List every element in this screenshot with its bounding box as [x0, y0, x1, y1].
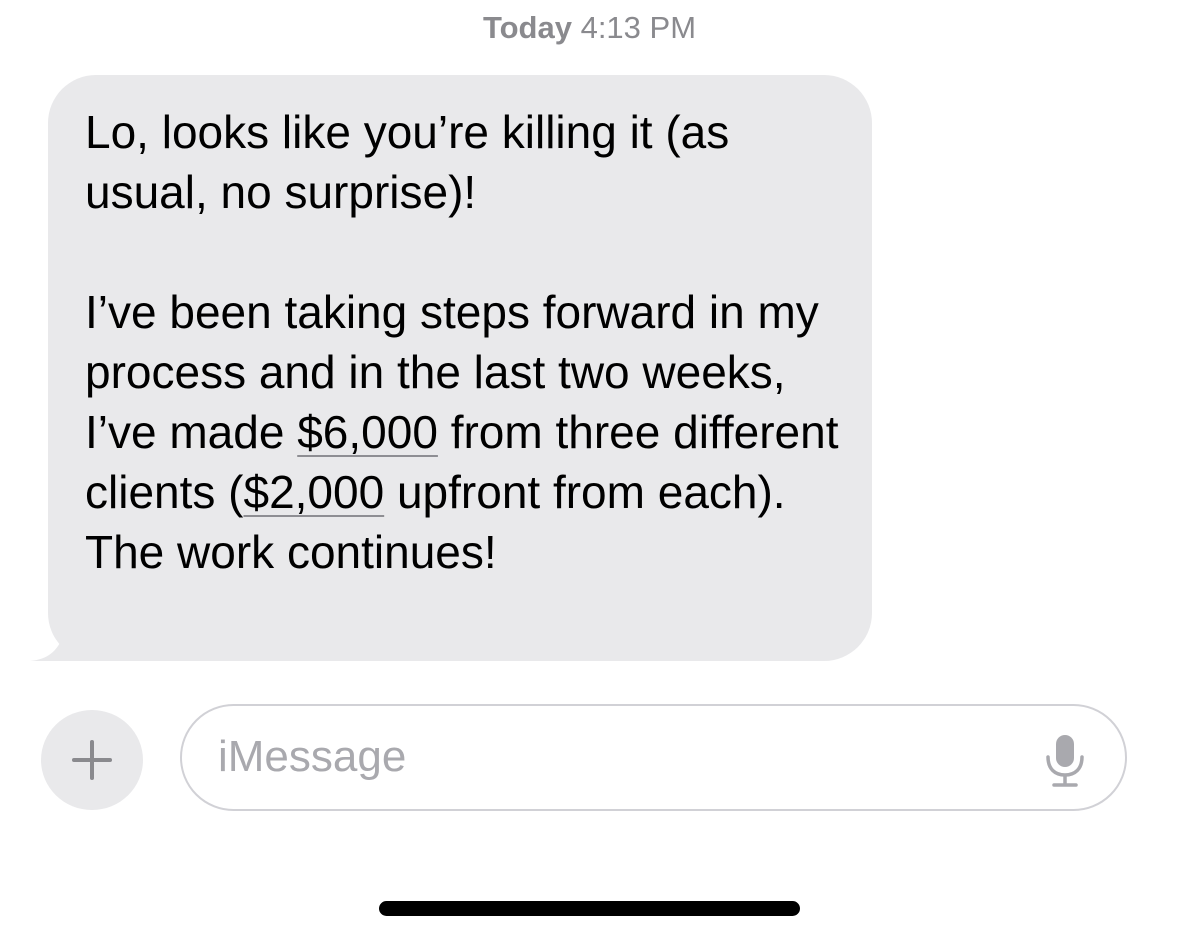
timestamp-time: 4:13 PM: [580, 10, 697, 45]
message-input[interactable]: [218, 726, 998, 788]
microphone-icon[interactable]: [1043, 733, 1087, 789]
add-attachment-button[interactable]: [41, 710, 143, 810]
incoming-message-bubble[interactable]: Lo, looks like you’re killing it (as usu…: [30, 75, 872, 663]
money-amount-link[interactable]: $6,000: [297, 406, 438, 458]
home-indicator[interactable]: [379, 901, 800, 916]
timestamp-day: Today: [482, 10, 572, 45]
message-timestamp: Today 4:13 PM: [0, 8, 1179, 48]
message-paragraph-2: I’ve been taking steps forward in my pro…: [85, 282, 855, 582]
money-amount-link[interactable]: $2,000: [243, 466, 384, 518]
message-paragraph-1: Lo, looks like you’re killing it (as usu…: [85, 106, 730, 218]
plus-icon: [72, 740, 112, 780]
message-text: Lo, looks like you’re killing it (as usu…: [85, 102, 855, 582]
message-input-container[interactable]: [180, 704, 1127, 811]
